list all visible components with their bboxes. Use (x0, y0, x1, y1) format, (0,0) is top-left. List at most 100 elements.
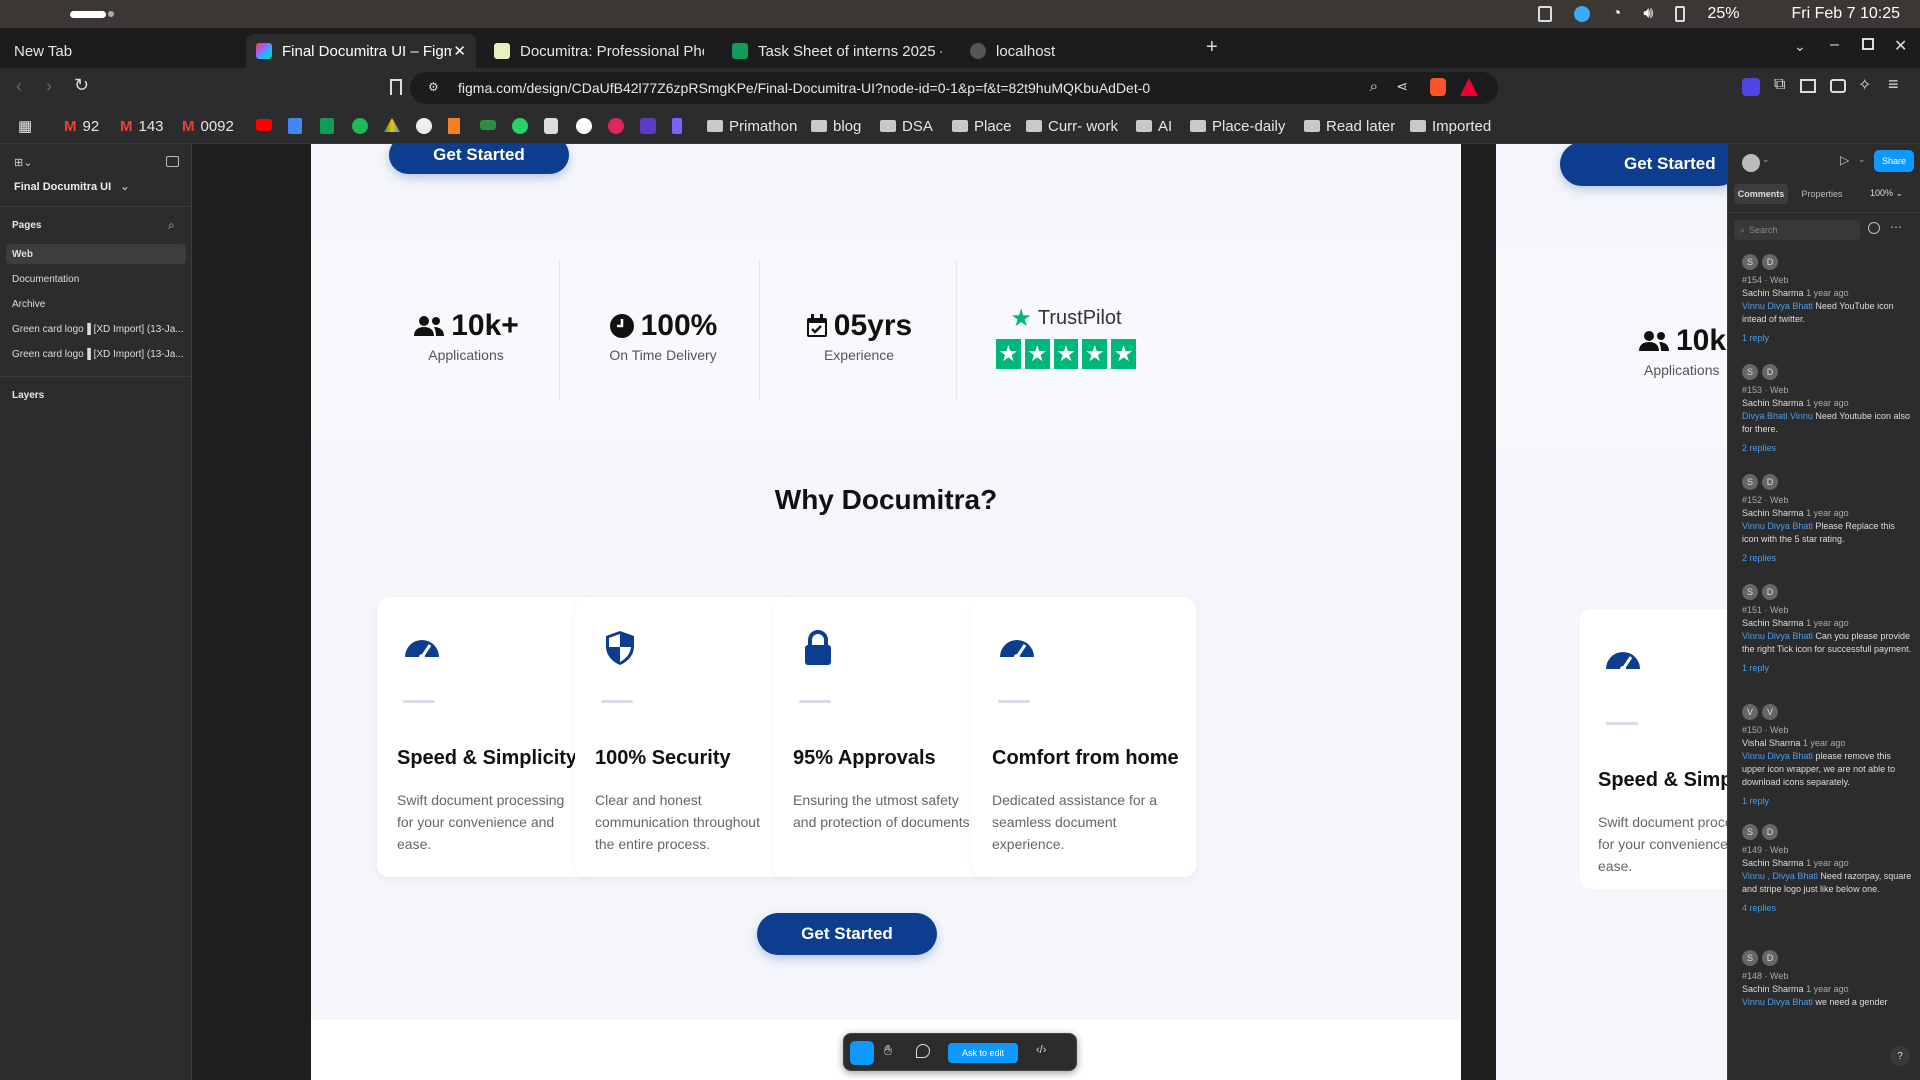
search-input[interactable]: ⌕ Search (1734, 220, 1860, 240)
close-icon[interactable]: ✕ (453, 42, 466, 60)
bookmark-folder-imported[interactable]: Imported (1410, 114, 1491, 138)
sidebar-toggle-icon[interactable] (1800, 79, 1816, 93)
extensions-puzzle-icon[interactable]: ⧉ (1774, 76, 1785, 94)
page-documentation[interactable]: Documentation (6, 269, 186, 289)
whatsapp-icon[interactable] (512, 118, 528, 134)
comment-thread[interactable]: S D #151 · Web Sachin Sharma 1 year ago Vinn… (1742, 584, 1912, 675)
zoom-level[interactable]: 100% ⌄ (1870, 188, 1903, 199)
share-button[interactable]: Share (1874, 150, 1914, 172)
comment-replies-link[interactable]: 2 replies (1742, 442, 1912, 455)
sheets-icon[interactable] (320, 118, 334, 134)
comment-thread[interactable]: S D #148 · Web Sachin Sharma 1 year ago Vinn… (1742, 950, 1912, 1009)
clipboard-icon[interactable] (1537, 6, 1552, 22)
app-switcher-icon[interactable] (70, 11, 106, 18)
get-started-button-top[interactable]: Get Started (389, 144, 569, 174)
tab-figma[interactable]: Final Documitra UI – Figma ✕ (246, 34, 476, 68)
panel-toggle-icon[interactable] (166, 156, 179, 167)
get-started-button-bottom[interactable]: Get Started (757, 913, 937, 955)
comment-mentions[interactable]: Vinnu , Divya Bhati (1742, 871, 1818, 881)
file-name[interactable]: Final Documitra UI ⌄ (14, 180, 129, 193)
search-icon[interactable]: ⌕ (168, 218, 175, 233)
bookmark-gmail-3[interactable]: M 0092 (182, 114, 234, 138)
brave-rewards-icon[interactable] (1460, 78, 1478, 96)
bookmark-icon[interactable] (390, 79, 402, 95)
leo-ai-icon[interactable]: ✧ (1858, 75, 1871, 95)
help-button[interactable]: ? (1890, 1046, 1910, 1066)
comment-mentions[interactable]: Divya Bhati Vinnu (1742, 411, 1813, 421)
menu-icon[interactable]: ≡ (1888, 74, 1899, 95)
clock[interactable]: Fri Feb 7 10:25 (1792, 5, 1901, 23)
app-icon[interactable] (672, 118, 682, 134)
bookmark-gmail-2[interactable]: M 143 (120, 114, 164, 138)
comment-tool-icon[interactable] (916, 1044, 930, 1058)
back-icon[interactable]: ‹ (16, 76, 22, 97)
bookmark-folder-ai[interactable]: AI (1136, 114, 1172, 138)
design-frame-web[interactable]: Get Started 10k+ Applications 100% On Ti… (311, 144, 1461, 1080)
url-field[interactable]: ⚙ figma.com/design/CDaUfB42l77Z6zpRSmgKP… (410, 72, 1498, 104)
bookmark-folder-primathon[interactable]: Primathon (707, 114, 797, 138)
maximize-icon[interactable] (1862, 38, 1874, 50)
docs-icon[interactable] (288, 118, 302, 134)
bookmark-folder-place-daily[interactable]: Place-daily (1190, 114, 1285, 138)
reload-icon[interactable]: ↻ (74, 75, 89, 96)
comment-replies-link[interactable]: 1 reply (1742, 795, 1912, 808)
app-status-icon[interactable] (1573, 6, 1590, 22)
bookmark-folder-dsa[interactable]: DSA (880, 114, 933, 138)
hand-tool-icon[interactable]: ✋︎ (884, 1042, 892, 1059)
bookmark-folder-read-later[interactable]: Read later (1304, 114, 1395, 138)
app-icon[interactable] (608, 118, 624, 134)
comment-mentions[interactable]: Vinnu Divya Bhati (1742, 521, 1813, 531)
tab-localhost[interactable]: localhost (960, 34, 1190, 68)
share-icon[interactable]: ⋖ (1396, 78, 1408, 95)
drive-icon[interactable] (384, 118, 400, 132)
window-close-icon[interactable]: ✕ (1894, 36, 1907, 56)
battery-icon[interactable] (1675, 6, 1686, 22)
tab-documitra[interactable]: Documitra: Professional Phot (484, 34, 714, 68)
notion-icon[interactable] (544, 118, 558, 134)
comment-replies-link[interactable]: 4 replies (1742, 902, 1912, 915)
comment-thread[interactable]: S D #154 · Web Sachin Sharma 1 year ago Vinn… (1742, 254, 1912, 345)
bookmark-gmail-1[interactable]: M 92 (64, 114, 99, 138)
comment-thread[interactable]: S D #152 · Web Sachin Sharma 1 year ago Vinn… (1742, 474, 1912, 565)
page-green-card-1[interactable]: Green card logo▐ [XD Import] (13-Ja... (6, 319, 186, 339)
comment-mentions[interactable]: Vinnu Divya Bhati (1742, 997, 1813, 1007)
bookmark-folder-blog[interactable]: blog (811, 114, 861, 138)
apps-grid-icon[interactable]: ▦ (18, 114, 32, 138)
new-tab-plus-icon[interactable]: + (1206, 36, 1218, 59)
spotify-icon[interactable] (352, 118, 368, 134)
tab-properties[interactable]: Properties (1794, 184, 1850, 204)
figma-canvas[interactable]: Get Started 10k+ Applications 100% On Ti… (193, 144, 1727, 1080)
move-tool-icon[interactable] (850, 1041, 874, 1065)
stackoverflow-icon[interactable] (448, 118, 460, 134)
comment-thread[interactable]: S D #153 · Web Sachin Sharma 1 year ago Divy… (1742, 364, 1912, 455)
tab-comments[interactable]: Comments (1734, 184, 1788, 204)
zoom-icon[interactable]: ⌕ (1370, 78, 1378, 95)
chevron-down-icon[interactable]: ⌄ (1762, 154, 1770, 165)
comment-replies-link[interactable]: 2 replies (1742, 552, 1912, 565)
chatgpt-icon[interactable] (576, 118, 592, 134)
tab-task-sheet[interactable]: Task Sheet of interns 2025 - (722, 34, 952, 68)
comment-replies-link[interactable]: 1 reply (1742, 332, 1912, 345)
comment-mentions[interactable]: Vinnu Divya Bhati (1742, 301, 1813, 311)
page-web[interactable]: Web (6, 244, 186, 264)
dev-mode-icon[interactable]: ‹/› (1036, 1044, 1046, 1056)
filter-icon[interactable] (1868, 222, 1880, 234)
site-settings-icon[interactable]: ⚙ (428, 80, 439, 94)
youtube-icon[interactable] (256, 119, 272, 131)
volume-icon[interactable]: 🔊︎ (1643, 5, 1653, 23)
bookmark-folder-place[interactable]: Place (952, 114, 1012, 138)
get-started-button[interactable]: Get Started (1560, 144, 1727, 186)
gfg-icon[interactable] (480, 120, 496, 130)
avatar[interactable] (1742, 154, 1760, 172)
chevron-down-icon[interactable]: ⌄ (1858, 154, 1866, 165)
page-green-card-2[interactable]: Green card logo▐ [XD Import] (13-Ja... (6, 344, 186, 364)
comment-replies-link[interactable]: 1 reply (1742, 662, 1912, 675)
comment-thread[interactable]: V V #150 · Web Vishal Sharma 1 year ago Vinn… (1742, 704, 1912, 808)
wallet-icon[interactable] (1830, 79, 1846, 93)
minimize-icon[interactable]: – (1830, 36, 1839, 54)
extension-icon[interactable] (1742, 78, 1760, 96)
comment-thread[interactable]: S D #149 · Web Sachin Sharma 1 year ago Vinn… (1742, 824, 1912, 915)
ask-to-edit-button[interactable]: Ask to edit (948, 1043, 1018, 1063)
tab-new-tab[interactable]: New Tab (4, 34, 234, 68)
app-icon[interactable] (640, 118, 656, 134)
